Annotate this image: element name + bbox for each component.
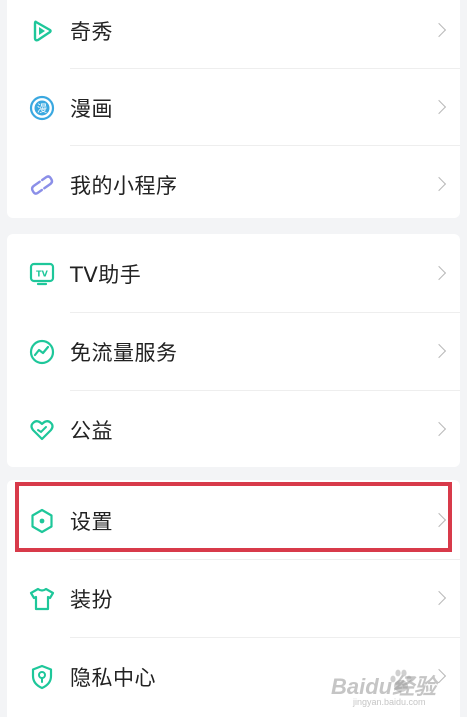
- chevron-right-icon: [431, 590, 447, 605]
- menu-item-label: 设置: [70, 509, 113, 534]
- menu-item-label: 装扮: [70, 587, 113, 612]
- chevron-right-icon: [431, 265, 447, 280]
- menu-item-label: 漫画: [70, 96, 113, 121]
- play-triangle-icon: [29, 18, 55, 44]
- menu-item-label: 公益: [70, 418, 113, 443]
- menu-item-label: 隐私中心: [70, 665, 156, 690]
- menu-item-charity[interactable]: 公益: [7, 391, 460, 468]
- chevron-right-icon: [431, 512, 447, 527]
- comic-icon: 漫: [29, 95, 55, 121]
- menu-item-tv-assistant[interactable]: TV TV助手: [7, 235, 460, 312]
- menu-group-1: 奇秀 漫 漫画 我的小程序: [7, 0, 460, 218]
- menu-item-label: 免流量服务: [70, 340, 178, 365]
- menu-item-privacy[interactable]: 隐私中心: [7, 638, 460, 715]
- menu-item-settings[interactable]: 设置: [7, 482, 460, 559]
- chevron-right-icon: [431, 343, 447, 358]
- chevron-right-icon: [431, 22, 447, 37]
- settings-menu-screen: 奇秀 漫 漫画 我的小程序 TV TV助手 免流量服务 公益 设置 装扮 隐私中…: [0, 0, 467, 717]
- menu-group-2: TV TV助手 免流量服务 公益: [7, 234, 460, 467]
- menu-item-label: TV助手: [70, 262, 142, 287]
- chevron-right-icon: [431, 421, 447, 436]
- svg-text:漫: 漫: [37, 103, 47, 115]
- chevron-right-icon: [431, 176, 447, 191]
- menu-item-qixiu[interactable]: 奇秀: [7, 0, 460, 69]
- menu-item-comic[interactable]: 漫 漫画: [7, 69, 460, 146]
- menu-item-mini-program[interactable]: 我的小程序: [7, 146, 460, 223]
- data-wave-icon: [29, 339, 55, 365]
- chevron-right-icon: [431, 99, 447, 114]
- heart-charity-icon: [29, 417, 55, 443]
- menu-item-dress-up[interactable]: 装扮: [7, 560, 460, 637]
- menu-item-label: 我的小程序: [70, 173, 178, 198]
- privacy-shield-icon: [29, 664, 55, 690]
- tshirt-icon: [29, 586, 55, 612]
- menu-item-free-data[interactable]: 免流量服务: [7, 313, 460, 390]
- settings-hexagon-icon: [29, 508, 55, 534]
- menu-group-3: 设置 装扮 隐私中心: [7, 480, 460, 717]
- svg-text:TV: TV: [36, 269, 48, 278]
- menu-item-label: 奇秀: [70, 19, 113, 44]
- tv-icon: TV: [29, 261, 55, 287]
- mini-program-link-icon: [29, 172, 55, 198]
- chevron-right-icon: [431, 668, 447, 683]
